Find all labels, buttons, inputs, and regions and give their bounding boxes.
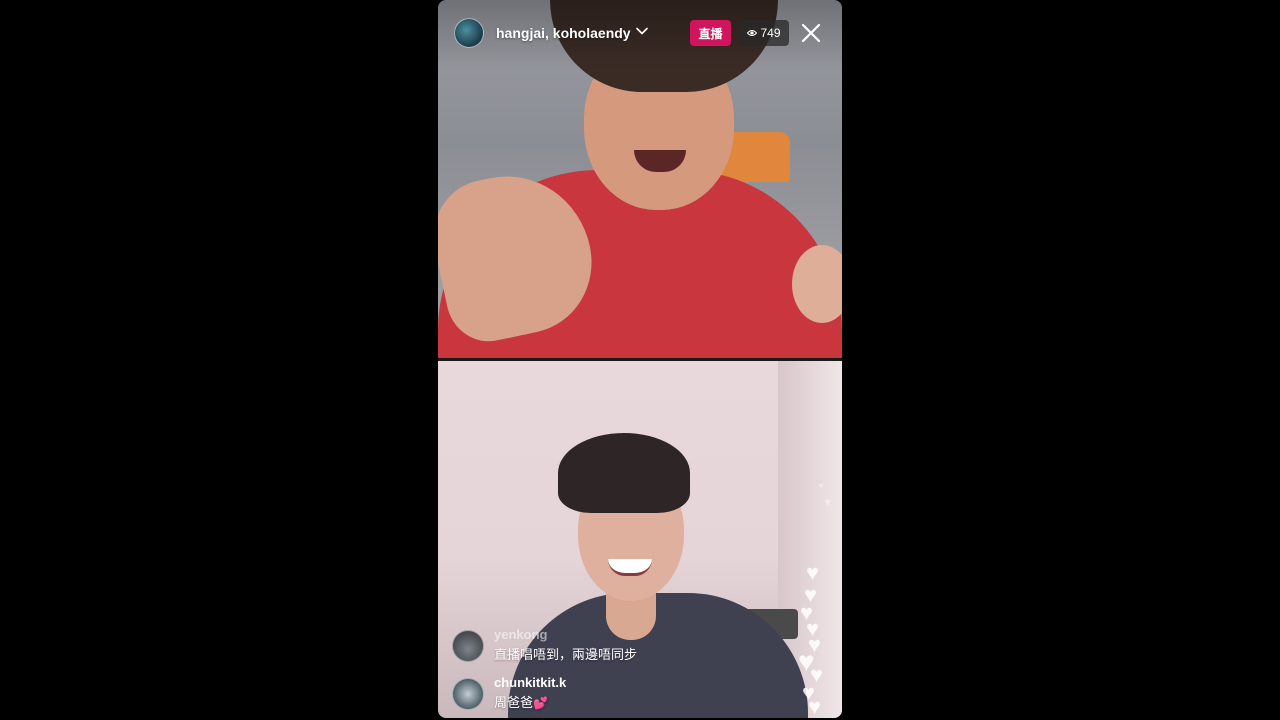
heart-icon: ♥ [824,495,832,509]
heart-icon: ♥ [806,560,820,585]
viewer-count-badge[interactable]: 749 [739,20,789,46]
live-stream-view: hangjai, koholaendy 直播 749 yenkong 直播唱唔到… [438,0,842,718]
comment-list: yenkong 直播唱唔到，兩邊唔同步 chunkitkit.k 周爸爸💕 [452,624,752,718]
chevron-down-icon[interactable] [636,25,648,37]
commenter-avatar[interactable] [452,678,484,710]
comment-text: 周爸爸 [494,695,534,710]
comment-item: yenkong 直播唱唔到，兩邊唔同步 [452,624,752,670]
eye-icon [747,30,758,36]
close-icon[interactable] [799,21,823,45]
live-badge: 直播 [690,20,731,46]
floating-hearts: ♥ ♥ ♥ ♥ ♥ ♥ ♥ ♥ ♥ ♥ ♥ [798,478,842,718]
comment-text: 直播唱唔到，兩邊唔同步 [494,647,638,662]
stream-header: hangjai, koholaendy 直播 749 [438,0,842,70]
broadcaster-usernames[interactable]: hangjai, koholaendy [496,25,631,41]
comment-username[interactable]: yenkong [494,627,547,642]
comment-text-wrapper: 周爸爸💕 [494,692,548,711]
heart-icon: ♥ [808,694,822,718]
two-hearts-emoji: 💕 [533,696,548,710]
live-label: 直播 [698,26,723,41]
comment-item: chunkitkit.k 周爸爸💕 [452,672,752,718]
guest-hair [558,433,690,513]
host-avatar[interactable] [454,18,484,48]
heart-icon: ♥ [818,481,824,492]
commenter-avatar[interactable] [452,630,484,662]
comment-username[interactable]: chunkitkit.k [494,675,566,690]
viewer-count: 749 [760,26,781,40]
